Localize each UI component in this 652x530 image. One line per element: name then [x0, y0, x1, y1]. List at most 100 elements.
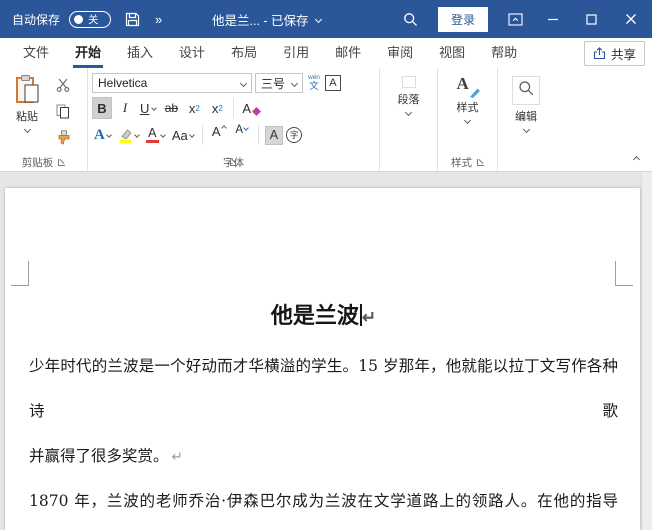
tab-help[interactable]: 帮助	[478, 38, 530, 68]
italic-button[interactable]: I	[115, 97, 135, 119]
document-heading: 他是兰波↵	[29, 298, 618, 330]
phonetic-guide-button[interactable]: wén 文	[306, 75, 322, 91]
shrink-font-button[interactable]: A	[232, 124, 252, 146]
scissors-icon	[56, 78, 70, 92]
heading-text: 他是兰波	[271, 303, 359, 329]
tab-home[interactable]: 开始	[62, 38, 114, 68]
grow-font-button[interactable]: A	[209, 124, 229, 146]
ribbon-tabs: 文件 开始 插入 设计 布局 引用 邮件 审阅 视图 帮助	[0, 38, 530, 68]
minimize-button[interactable]	[534, 0, 572, 38]
font-group-footer: 字体	[92, 153, 375, 171]
underline-button[interactable]: U	[138, 97, 158, 119]
word-window: 自动保存 关 » 他是兰... - 已保存	[0, 0, 652, 530]
clipboard-group: 粘贴	[0, 68, 88, 171]
body-line: 并赢得了很多奖赏。↵	[29, 434, 618, 479]
subscript-button[interactable]: x2	[184, 97, 204, 119]
tab-design[interactable]: 设计	[166, 38, 218, 68]
shrink-font-glyph: A	[235, 124, 243, 136]
autosave-toggle[interactable]: 关	[69, 11, 111, 28]
phonetic-char: 文	[309, 82, 319, 92]
paste-button[interactable]: 粘贴	[4, 71, 50, 153]
superscript-button[interactable]: x2	[207, 97, 227, 119]
tab-view[interactable]: 视图	[426, 38, 478, 68]
font-color-button[interactable]: A	[144, 124, 167, 146]
tab-review[interactable]: 审阅	[374, 38, 426, 68]
font-color-bar	[146, 140, 159, 143]
maximize-button[interactable]	[572, 0, 610, 38]
styles-dialog-launcher-icon[interactable]	[477, 159, 484, 166]
font-name-combobox[interactable]: Helvetica	[92, 73, 252, 93]
font-size-combobox[interactable]: 三号	[255, 73, 303, 93]
clear-formatting-button[interactable]: A	[240, 97, 263, 119]
save-icon[interactable]	[120, 5, 144, 33]
paste-chevron-down-icon	[23, 126, 30, 133]
scrollbar[interactable]	[641, 172, 652, 530]
tab-references[interactable]: 引用	[270, 38, 322, 68]
tab-file[interactable]: 文件	[10, 38, 62, 68]
ribbon: 粘贴	[0, 68, 652, 172]
format-painter-button[interactable]	[52, 127, 74, 147]
close-button[interactable]	[610, 0, 652, 38]
body-text: 并赢得了很多奖赏。	[29, 447, 169, 465]
character-shading-glyph: A	[270, 128, 278, 142]
font-dialog-launcher-icon[interactable]	[230, 159, 237, 166]
share-button[interactable]: 共享	[584, 41, 645, 66]
clipboard-group-footer: 剪贴板	[4, 153, 83, 171]
collapse-ribbon-icon[interactable]	[633, 156, 640, 163]
document-title[interactable]: 他是兰... - 已保存	[212, 0, 321, 38]
subscript-digit: 2	[195, 104, 199, 113]
character-shading-button[interactable]: A	[265, 126, 283, 145]
highlight-color-button[interactable]	[116, 124, 141, 146]
grow-font-glyph: A	[212, 124, 221, 139]
document-content[interactable]: 他是兰波↵ 少年时代的兰波是一个好动而才华横溢的学生。15 岁那年，他就能以拉丁…	[29, 298, 618, 530]
bold-glyph: B	[97, 101, 106, 116]
body-text: 1870 年，兰波的老师乔治·伊森巴尔成为兰波在文学道路上的领路人。在他的指导下…	[29, 492, 618, 530]
login-button[interactable]: 登录	[438, 7, 488, 32]
magnifier-icon	[518, 80, 534, 96]
body-text: 少年时代的兰波是一个好动而才华横溢的学生。15 岁那年，他就能以拉丁文写作各种诗…	[29, 357, 618, 420]
tab-layout[interactable]: 布局	[218, 38, 270, 68]
ribbon-display-options-icon[interactable]	[496, 0, 534, 38]
tab-mailings[interactable]: 邮件	[322, 38, 374, 68]
toggle-knob-icon	[74, 15, 83, 24]
copy-icon	[56, 104, 70, 119]
clipboard-group-label: 剪贴板	[22, 155, 54, 170]
quick-access-overflow-button[interactable]: »	[153, 12, 163, 27]
underline-glyph: U	[140, 101, 149, 116]
ribbon-tab-row: 文件 开始 插入 设计 布局 引用 邮件 审阅 视图 帮助 共享	[0, 38, 652, 68]
text-effects-button[interactable]: A	[92, 124, 113, 146]
page[interactable]: 他是兰波↵ 少年时代的兰波是一个好动而才华横溢的学生。15 岁那年，他就能以拉丁…	[5, 188, 640, 530]
enclose-characters-glyph: 字	[290, 129, 299, 141]
titlebar: 自动保存 关 » 他是兰... - 已保存	[0, 0, 652, 38]
clear-formatting-glyph: A	[242, 101, 251, 116]
share-icon	[593, 47, 606, 60]
editing-button[interactable]: 编辑	[503, 71, 549, 153]
styles-button[interactable]: A 样式	[445, 71, 491, 153]
font-size-value: 三号	[261, 75, 285, 92]
clipboard-dialog-launcher-icon[interactable]	[58, 159, 65, 166]
eraser-icon	[252, 107, 261, 116]
search-icon[interactable]	[392, 0, 430, 38]
strikethrough-button[interactable]: ab	[161, 97, 181, 119]
styles-chevron-down-icon	[464, 117, 471, 124]
tab-insert[interactable]: 插入	[114, 38, 166, 68]
quick-access-toolbar: 自动保存 关 »	[0, 5, 163, 33]
margin-corner-mark-right	[615, 261, 633, 286]
bold-button[interactable]: B	[92, 97, 112, 119]
enclose-characters-button[interactable]: 字	[286, 127, 302, 143]
copy-button[interactable]	[52, 101, 74, 121]
change-case-button[interactable]: Aa	[170, 124, 196, 146]
character-border-button[interactable]: A	[325, 75, 341, 91]
character-border-glyph: A	[329, 77, 336, 89]
body-line: 少年时代的兰波是一个好动而才华横溢的学生。15 岁那年，他就能以拉丁文写作各种诗…	[29, 344, 618, 434]
share-label: 共享	[611, 44, 636, 63]
italic-glyph: I	[123, 100, 127, 116]
clipboard-icon	[14, 74, 41, 105]
paragraph-button[interactable]: 段落	[386, 71, 432, 153]
highlighter-icon	[118, 128, 133, 143]
superscript-digit: 2	[218, 104, 222, 113]
paragraph-mark: ↵	[172, 449, 183, 464]
paragraph-chevron-down-icon	[405, 109, 412, 116]
paragraph-group: 段落	[380, 68, 438, 171]
cut-button[interactable]	[52, 75, 74, 95]
